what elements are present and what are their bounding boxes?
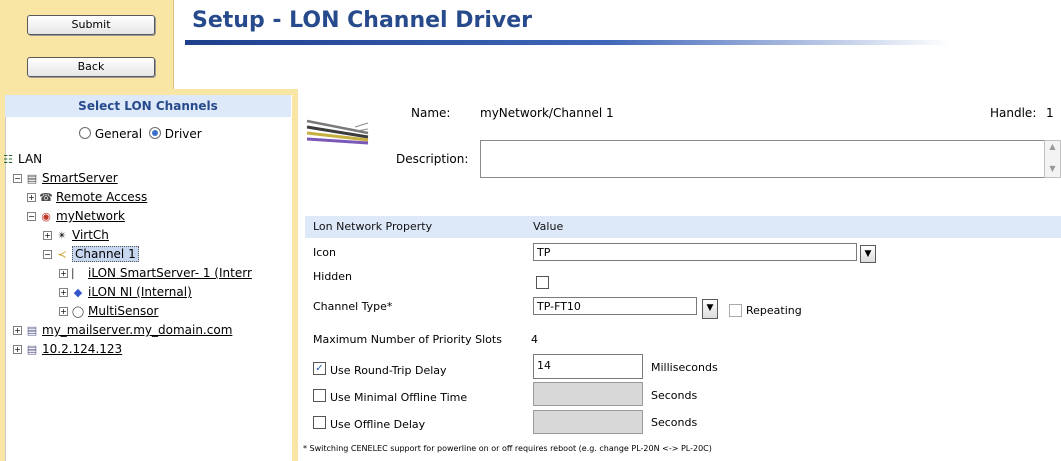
back-button[interactable]: Back [27, 57, 155, 77]
scroll-up-icon[interactable]: ▲ [1045, 141, 1060, 153]
icon-label: Icon [313, 246, 336, 259]
footnote: * Switching CENELEC support for powerlin… [303, 444, 712, 453]
rtd-unit: Milliseconds [651, 361, 718, 374]
page-title: Setup - LON Channel Driver [192, 8, 533, 33]
tree-node-ilon-smartserver-label: iLON SmartServer- 1 (Interr [88, 266, 252, 280]
radio-driver[interactable] [148, 127, 161, 139]
expand-icon[interactable]: + [27, 193, 36, 202]
icon-dropdown-button[interactable]: ▼ [860, 245, 876, 263]
button-panel: Submit Back [0, 0, 174, 89]
submit-button[interactable]: Submit [27, 15, 155, 35]
chevron-down-icon: ▼ [864, 249, 872, 259]
expand-icon[interactable]: + [59, 269, 68, 278]
od-label: Use Offline Delay [330, 418, 426, 431]
rtd-checkbox[interactable]: ✓ [313, 362, 326, 375]
network-icon: ☷ [3, 152, 13, 166]
title-underline [185, 40, 950, 45]
name-label: Name: [411, 106, 451, 120]
tree-node-multisensor[interactable]: + ◯ MultiSensor [59, 304, 158, 318]
mot-unit: Seconds [651, 389, 698, 402]
od-unit: Seconds [651, 416, 698, 429]
server-icon: ▤ [26, 171, 38, 185]
handle-label: Handle: [990, 106, 1037, 120]
tree-node-ip[interactable]: + ▤ 10.2.124.123 [13, 342, 122, 356]
tree-node-lan-label: LAN [18, 152, 43, 166]
channel-type-select[interactable]: TP-FT10 [533, 297, 697, 315]
computer-icon: ▤ [26, 342, 38, 356]
virtual-channel-icon: ✴ [57, 228, 67, 242]
device-icon: ⎸ [72, 266, 84, 280]
channel-type-dropdown-button[interactable]: ▼ [702, 299, 718, 319]
phone-icon: ☎ [39, 190, 53, 204]
tree-node-ilon-smartserver[interactable]: + ⎸ iLON SmartServer- 1 (Interr [59, 266, 252, 280]
od-input[interactable] [533, 410, 643, 434]
radio-general[interactable] [79, 127, 91, 139]
mot-input[interactable] [533, 382, 643, 406]
col-header-property: Lon Network Property [313, 220, 433, 233]
scroll-down-icon[interactable]: ▼ [1045, 163, 1060, 175]
priority-value: 4 [531, 333, 538, 346]
expand-icon[interactable]: + [13, 326, 22, 335]
tree-node-ip-label: 10.2.124.123 [42, 342, 123, 356]
tree-node-ilon-ni-label: iLON NI (Internal) [88, 285, 192, 299]
tree-node-remote-access[interactable]: + ☎ Remote Access [27, 190, 147, 204]
tree-node-mynetwork[interactable]: − ◉ myNetwork [27, 209, 125, 223]
tree-node-remote-access-label: Remote Access [56, 190, 148, 204]
expand-icon[interactable]: + [13, 345, 22, 354]
handle-value: 1 [1046, 106, 1054, 120]
od-checkbox[interactable] [313, 416, 326, 429]
tree-node-lan[interactable]: ☷ LAN [1, 152, 42, 166]
tree-node-virtch-label: VirtCh [72, 228, 109, 242]
radio-driver-label: Driver [164, 127, 202, 141]
tree-node-multisensor-label: MultiSensor [88, 304, 159, 318]
rtd-input[interactable]: 14 [533, 354, 643, 379]
tree-node-mailserver-label: my_mailserver.my_domain.com [42, 323, 233, 337]
tree-node-ilon-ni[interactable]: + ◆ iLON NI (Internal) [59, 285, 192, 299]
collapse-icon[interactable]: − [27, 212, 36, 221]
collapse-icon[interactable]: − [43, 250, 52, 259]
col-header-value: Value [533, 220, 564, 233]
lon-network-icon: ◉ [41, 209, 51, 223]
tree-node-mynetwork-label: myNetwork [56, 209, 125, 223]
mot-label: Use Minimal Offline Time [330, 391, 468, 404]
sidebar-heading: Select LON Channels [5, 95, 291, 117]
icon-select[interactable]: TP [533, 243, 857, 261]
row-priority-slots: Maximum Number of Priority Slots 4 [305, 327, 1061, 351]
sensor-icon: ◯ [71, 304, 85, 318]
expand-icon[interactable]: + [59, 288, 68, 297]
chevron-down-icon: ▼ [706, 303, 714, 313]
row-hidden: Hidden [305, 264, 1061, 288]
tree-node-virtch[interactable]: + ✴ VirtCh [43, 228, 109, 242]
mail-server-icon: ▤ [26, 323, 38, 337]
tree-node-channel1-label: Channel 1 [72, 246, 139, 262]
cable-icon [306, 119, 369, 145]
repeating-checkbox[interactable] [729, 304, 742, 317]
description-scrollbar[interactable]: ▲ ▼ [1044, 140, 1061, 178]
expand-icon[interactable]: + [59, 307, 68, 316]
description-label: Description: [396, 152, 469, 166]
hidden-label: Hidden [313, 270, 353, 283]
expand-icon[interactable]: + [43, 231, 52, 240]
description-field[interactable] [480, 140, 1046, 178]
priority-label: Maximum Number of Priority Slots [313, 333, 502, 346]
collapse-icon[interactable]: − [13, 174, 22, 183]
pane-divider[interactable] [293, 89, 298, 461]
channel-icon: ≺ [57, 247, 67, 261]
repeating-label: Repeating [746, 304, 802, 317]
mode-selector: General Driver [79, 126, 202, 141]
tree-node-smartserver[interactable]: − ▤ SmartServer [13, 171, 118, 185]
mot-checkbox[interactable] [313, 389, 326, 402]
channel-type-label: Channel Type* [313, 300, 393, 313]
rtd-label: Use Round-Trip Delay [330, 364, 447, 377]
tree-node-channel1[interactable]: − ≺ Channel 1 [43, 246, 139, 262]
tree-node-smartserver-label: SmartServer [42, 171, 118, 185]
tree-node-mailserver[interactable]: + ▤ my_mailserver.my_domain.com [13, 323, 232, 337]
radio-general-label: General [94, 127, 143, 141]
name-value: myNetwork/Channel 1 [480, 106, 614, 120]
interface-icon: ◆ [73, 285, 83, 299]
